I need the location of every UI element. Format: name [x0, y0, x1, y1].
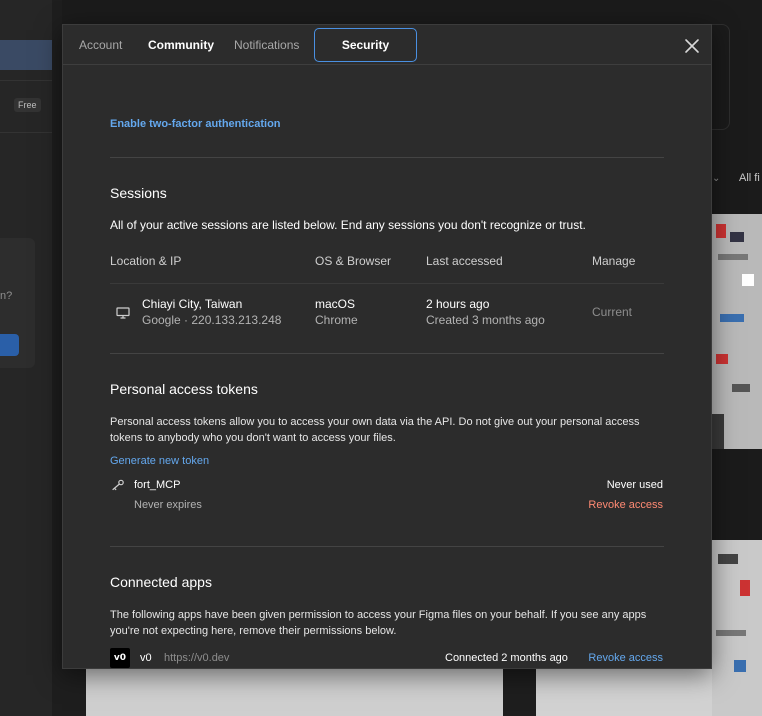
background-divider [0, 132, 52, 133]
tab-security[interactable]: Security [314, 28, 417, 62]
background-gap [52, 0, 62, 716]
v0-logo-icon: v0 [110, 648, 130, 668]
sessions-title: Sessions [110, 185, 167, 201]
background-button [0, 334, 19, 356]
tokens-title: Personal access tokens [110, 381, 258, 397]
column-header-manage: Manage [592, 254, 636, 268]
tab-community[interactable]: Community [148, 29, 214, 61]
session-ip: Google · 220.133.213.248 [142, 313, 282, 327]
background-filter-label: All fi [739, 172, 760, 184]
connected-apps-description: The following apps have been given permi… [110, 609, 647, 637]
background-selected-item [0, 40, 52, 70]
enable-two-factor-link[interactable]: Enable two-factor authentication [110, 118, 281, 130]
settings-tab-bar: Account Community Notifications Security [63, 25, 711, 65]
section-divider [110, 546, 664, 547]
connected-apps-title: Connected apps [110, 574, 212, 590]
session-manage-status: Current [592, 305, 633, 319]
token-name: fort_MCP [134, 479, 181, 491]
app-name: v0 [140, 652, 152, 664]
chevron-down-icon: ⌄ [712, 173, 721, 184]
token-usage: Never used [606, 479, 663, 491]
sessions-description: All of your active sessions are listed b… [110, 218, 586, 232]
app-connected-time: Connected 2 months ago [445, 652, 568, 664]
column-header-last-accessed: Last accessed [426, 254, 503, 268]
revoke-app-button[interactable]: Revoke access [588, 652, 663, 664]
background-partial-text: n? [0, 290, 13, 302]
file-thumbnail [86, 669, 503, 716]
table-header-divider [110, 283, 664, 284]
generate-token-link[interactable]: Generate new token [110, 455, 209, 467]
session-browser: Chrome [315, 313, 358, 327]
close-button[interactable] [682, 36, 702, 56]
background-card [712, 24, 730, 130]
token-expiry: Never expires [134, 499, 202, 511]
free-badge: Free [14, 98, 41, 112]
key-icon [112, 479, 124, 491]
section-divider [110, 353, 664, 354]
tokens-description: Personal access tokens allow you to acce… [110, 416, 640, 444]
section-divider [110, 157, 664, 158]
background-divider [0, 80, 52, 81]
settings-modal: Account Community Notifications Security… [62, 24, 712, 669]
close-icon [685, 39, 699, 53]
tab-account[interactable]: Account [79, 29, 122, 61]
revoke-token-button[interactable]: Revoke access [588, 499, 663, 511]
file-thumbnail [712, 540, 762, 716]
app-url: https://v0.dev [164, 652, 230, 664]
session-location: Chiayi City, Taiwan [142, 297, 243, 311]
background-bottom-row [62, 669, 712, 716]
security-settings-content: Enable two-factor authentication Session… [63, 65, 711, 669]
tab-notifications[interactable]: Notifications [234, 29, 299, 61]
session-os: macOS [315, 297, 356, 311]
background-file-browser: ⌄ All fi [712, 0, 762, 716]
file-thumbnail [712, 214, 762, 449]
column-header-os-browser: OS & Browser [315, 254, 392, 268]
session-last-accessed: 2 hours ago [426, 297, 490, 311]
file-thumbnail [536, 669, 712, 716]
monitor-icon [116, 307, 130, 319]
session-created: Created 3 months ago [426, 313, 545, 327]
column-header-location: Location & IP [110, 254, 182, 268]
